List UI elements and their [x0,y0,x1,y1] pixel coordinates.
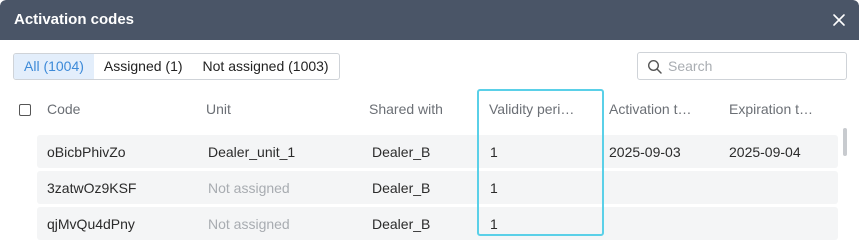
cell-unit: Dealer_unit_1 [208,144,296,160]
close-icon[interactable] [831,12,847,28]
column-header-unit[interactable]: Unit [206,101,231,117]
cell-validity: 1 [490,216,498,232]
search-box[interactable] [637,52,847,80]
activation-codes-dialog: Activation codes All (1004) Assigned (1)… [0,0,859,242]
dialog-titlebar: Activation codes [0,0,859,40]
column-header-shared-with[interactable]: Shared with [369,101,443,117]
table-row[interactable]: qjMvQu4dPny Not assigned Dealer_B 1 [37,207,838,240]
cell-unit: Not assigned [208,216,290,232]
search-input[interactable] [668,57,838,75]
cell-shared-with: Dealer_B [372,144,431,160]
column-header-code[interactable]: Code [47,101,80,117]
tab-not-assigned[interactable]: Not assigned (1003) [193,54,339,79]
tab-assigned[interactable]: Assigned (1) [94,54,193,79]
dialog-title: Activation codes [14,11,135,28]
cell-expiration: 2025-09-04 [729,144,801,160]
cell-validity: 1 [490,144,498,160]
cell-activation: 2025-09-03 [609,144,681,160]
cell-shared-with: Dealer_B [372,216,431,232]
cell-code: qjMvQu4dPny [47,216,135,232]
column-header-activation-time[interactable]: Activation t… [609,101,691,117]
tab-all[interactable]: All (1004) [14,54,94,79]
filter-tabs: All (1004) Assigned (1) Not assigned (10… [13,53,340,80]
column-header-validity-period[interactable]: Validity peri… [489,101,574,117]
cell-code: oBicbPhivZo [47,144,126,160]
cell-unit: Not assigned [208,180,290,196]
column-header-expiration-time[interactable]: Expiration t… [729,101,813,117]
table-scrollbar[interactable] [843,128,847,156]
search-icon [647,59,662,74]
table-row[interactable]: oBicbPhivZo Dealer_unit_1 Dealer_B 1 202… [37,135,838,168]
select-all-checkbox[interactable] [19,104,31,116]
cell-shared-with: Dealer_B [372,180,431,196]
cell-code: 3zatwOz9KSF [47,180,137,196]
cell-validity: 1 [490,180,498,196]
table-row[interactable]: 3zatwOz9KSF Not assigned Dealer_B 1 [37,171,838,204]
